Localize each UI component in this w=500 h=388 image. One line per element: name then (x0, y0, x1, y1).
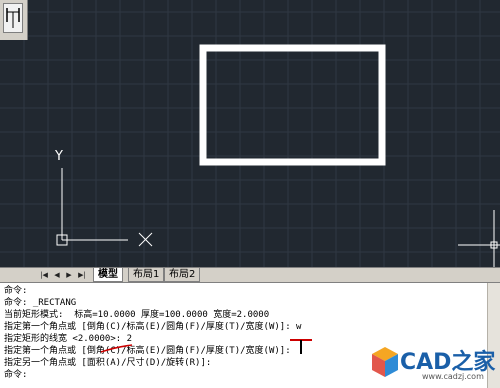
layout-tab-bar: |◀ ◀ ▶ ▶| 模型 布局1 布局2 (0, 267, 500, 283)
underline-annotation (100, 344, 133, 353)
cube-logo-icon (372, 347, 398, 377)
tab-model[interactable]: 模型 (93, 268, 123, 282)
last-tab-button[interactable]: ▶| (76, 270, 88, 281)
dimension-icon[interactable] (3, 3, 23, 33)
ucs-y-label: Y (54, 149, 63, 164)
grid (0, 0, 500, 267)
canvas-graphics: Y (0, 0, 500, 267)
left-toolbar (0, 0, 28, 40)
first-tab-button[interactable]: |◀ (38, 270, 50, 281)
crosshair-cursor (458, 210, 500, 267)
tab-layout2[interactable]: 布局2 (164, 268, 201, 282)
logo-url: www.cadzj.com (422, 372, 484, 381)
cad-logo: CAD之家 www.cadzj.com (370, 341, 496, 385)
next-tab-button[interactable]: ▶ (63, 270, 75, 281)
tab-layout1[interactable]: 布局1 (128, 268, 165, 282)
prev-tab-button[interactable]: ◀ (51, 270, 63, 281)
drawing-canvas[interactable]: Y (0, 0, 500, 267)
rectangle-shape[interactable] (199, 44, 386, 166)
